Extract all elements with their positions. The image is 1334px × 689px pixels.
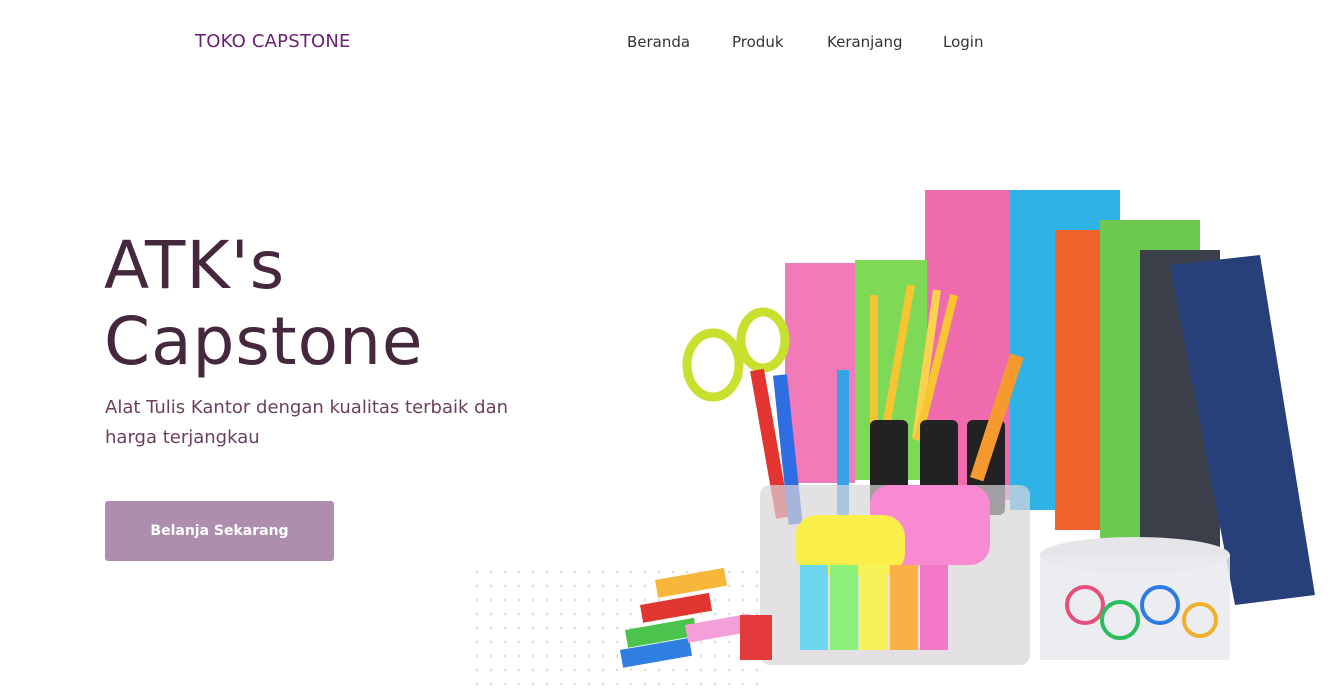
flag-4 xyxy=(890,565,918,650)
nav-login[interactable]: Login xyxy=(943,33,983,51)
sharpener xyxy=(740,615,772,660)
scissors-handle-2 xyxy=(736,307,790,373)
stationery-illustration xyxy=(620,190,1315,668)
eraser-2 xyxy=(640,592,713,623)
flag-5 xyxy=(920,565,948,650)
scissors-handle-1 xyxy=(682,328,744,402)
flag-1 xyxy=(800,565,828,650)
hero-subtitle: Alat Tulis Kantor dengan kualitas terbai… xyxy=(105,397,509,448)
eraser-1 xyxy=(655,567,728,598)
nav-beranda[interactable]: Beranda xyxy=(627,33,690,51)
hero-title-line2: Capstone xyxy=(104,303,424,380)
flag-3 xyxy=(860,565,888,650)
shop-now-button[interactable]: Belanja Sekarang xyxy=(105,501,334,561)
hero-title: ATK's Capstone xyxy=(104,228,424,380)
nav-produk[interactable]: Produk xyxy=(732,33,784,51)
nav-keranjang[interactable]: Keranjang xyxy=(827,33,903,51)
hero-title-line1: ATK's xyxy=(104,227,286,304)
brand-logo[interactable]: TOKO CAPSTONE xyxy=(195,31,351,52)
flag-2 xyxy=(830,565,858,650)
